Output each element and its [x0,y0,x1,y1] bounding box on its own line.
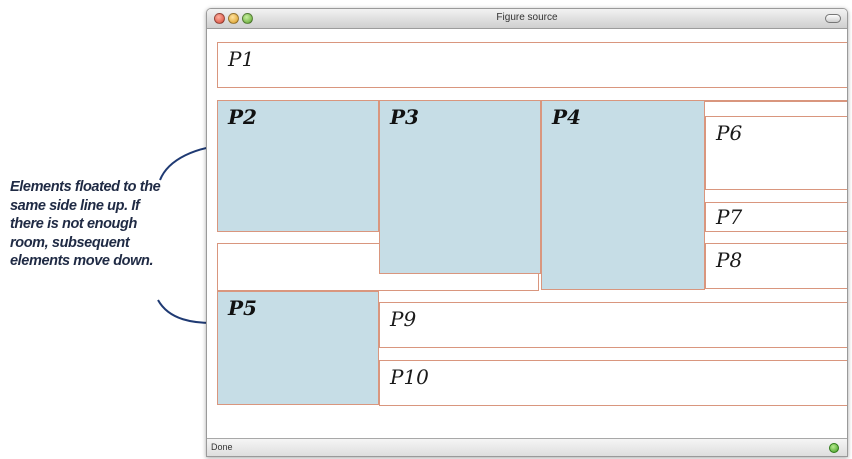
page-content: P1 P2 P3 P4 P6 P7 P8 P5 P9 P10 [207,30,847,439]
paragraph-label: P10 [390,365,429,389]
float-p3: P3 [379,100,541,274]
paragraph-p6: P6 [705,116,847,190]
paragraph-p10: P10 [379,360,847,406]
paragraph-p7: P7 [705,202,847,232]
toolbar-toggle-button[interactable] [825,14,841,23]
paragraph-label: P8 [716,248,743,272]
annotation-line: elements move down. [10,253,154,269]
paragraph-label: P2 [228,105,257,129]
paragraph-p1: P1 [217,42,847,88]
paragraph-label: P3 [390,105,419,129]
browser-window: Figure source P1 P2 P3 P4 P6 P7 P8 P5 P9… [206,8,848,457]
annotation-line: Elements floated to the [10,179,161,195]
annotation-text: Elements floated to the same side line u… [10,178,188,271]
status-ok-icon [829,443,839,453]
annotation-line: same side line up. If [10,197,140,214]
paragraph-label: P5 [228,296,257,320]
status-text: Done [211,442,233,452]
title-bar: Figure source [207,9,847,29]
window-title: Figure source [496,12,558,23]
paragraph-label: P4 [552,105,581,129]
paragraph-label: P6 [716,121,743,145]
float-p5: P5 [217,291,379,405]
paragraph-label: P1 [228,47,255,71]
float-p4: P4 [541,100,705,290]
annotation-line: there is not enough [10,216,137,232]
status-bar: Done [207,438,847,456]
float-p2: P2 [217,100,379,232]
paragraph-label: P9 [390,307,417,331]
paragraph-p9: P9 [379,302,847,348]
paragraph-label: P7 [716,205,743,229]
paragraph-p8: P8 [705,243,847,289]
annotation-line: room, subsequent [10,234,130,251]
